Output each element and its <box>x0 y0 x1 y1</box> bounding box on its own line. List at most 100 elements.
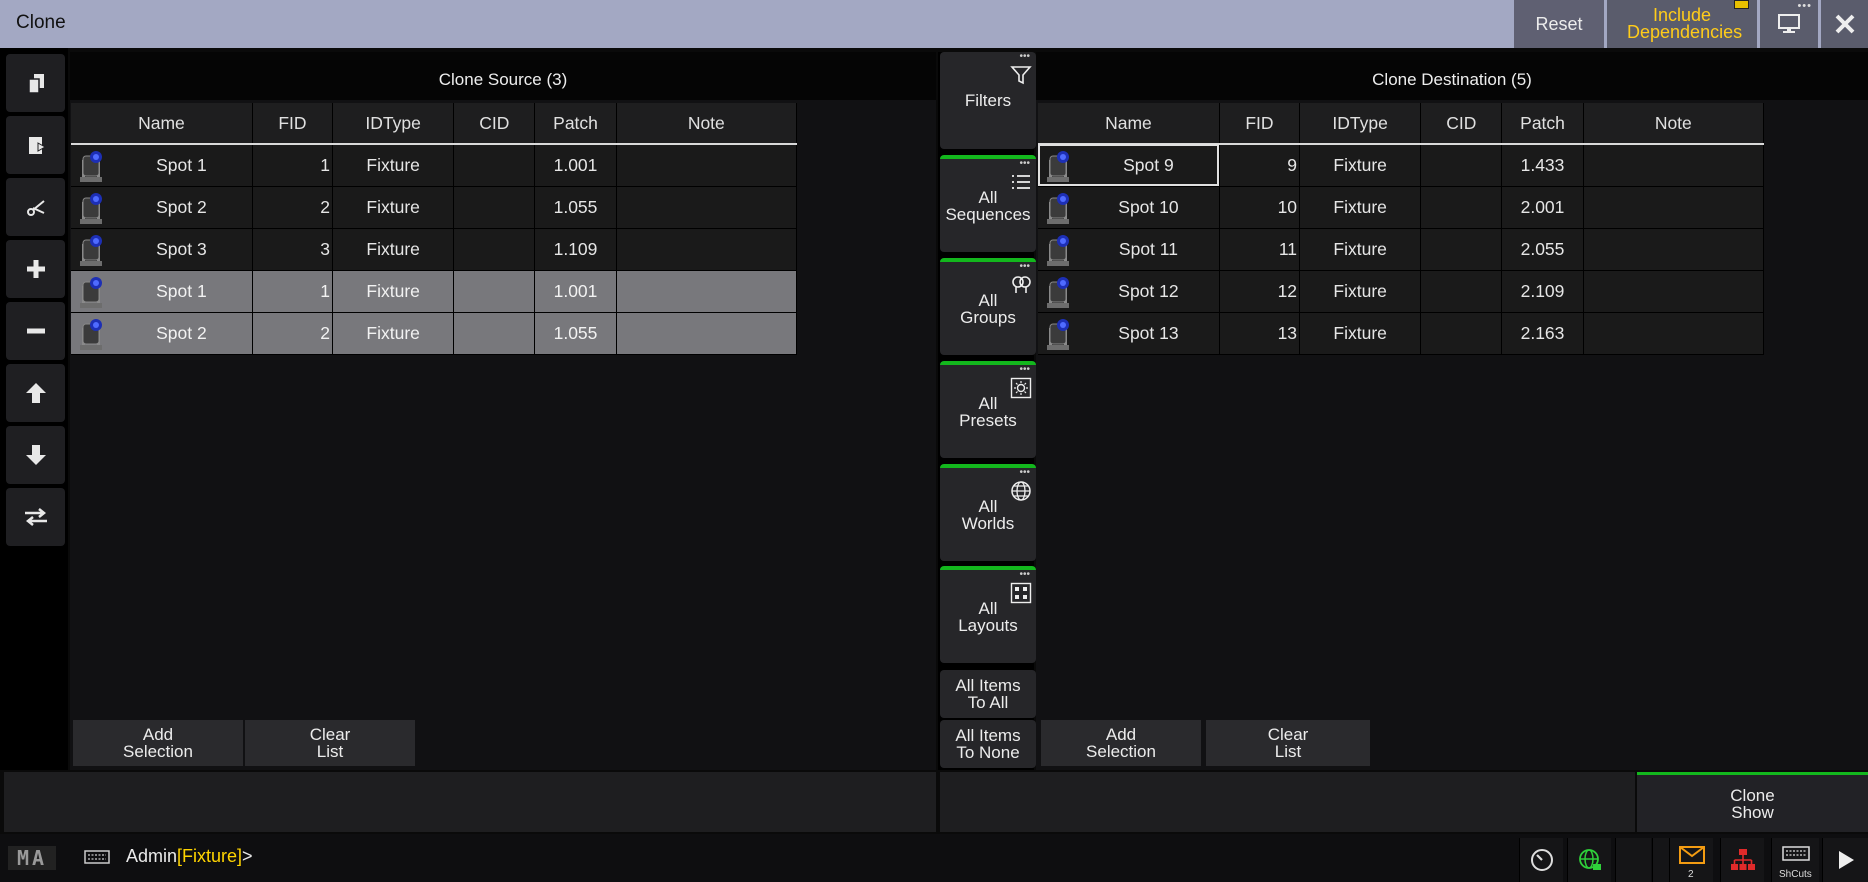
cell-cid[interactable] <box>453 143 536 187</box>
cell-name[interactable]: Spot 2 <box>71 312 253 355</box>
copy-button[interactable] <box>6 54 65 112</box>
cell-cid[interactable] <box>1420 228 1503 271</box>
cell-note[interactable] <box>1583 312 1765 355</box>
cell-cid[interactable] <box>1420 143 1503 187</box>
play-button[interactable] <box>1822 838 1868 882</box>
column-header-note[interactable]: Note <box>616 103 798 144</box>
cell-cid[interactable] <box>453 228 536 271</box>
cell-name[interactable]: Spot 3 <box>71 228 253 271</box>
table-row[interactable]: Spot 13 13 Fixture 2.163 <box>1038 312 1765 355</box>
cell-name[interactable]: Spot 12 <box>1038 270 1220 313</box>
all-layouts-button[interactable]: ••• All Layouts <box>940 566 1036 663</box>
table-row[interactable]: Spot 2 2 Fixture 1.055 <box>71 185 798 229</box>
source-clear-list-button[interactable]: Clear List <box>245 720 415 766</box>
cell-note[interactable] <box>1583 143 1765 187</box>
table-row[interactable]: Spot 9 9 Fixture 1.433 <box>1038 143 1765 187</box>
cell-idtype[interactable]: Fixture <box>332 185 455 229</box>
cell-note[interactable] <box>616 143 798 187</box>
cell-cid[interactable] <box>1420 186 1503 229</box>
destination-clear-list-button[interactable]: Clear List <box>1206 720 1370 766</box>
cell-idtype[interactable]: Fixture <box>1299 228 1422 271</box>
column-header-cid[interactable]: CID <box>453 103 536 144</box>
cell-cid[interactable] <box>453 185 536 229</box>
cell-cid[interactable] <box>1420 270 1503 313</box>
filters-button[interactable]: ••• Filters <box>940 52 1036 149</box>
table-row[interactable]: Spot 10 10 Fixture 2.001 <box>1038 186 1765 229</box>
cell-patch[interactable]: 1.109 <box>534 228 617 271</box>
cell-patch[interactable]: 1.055 <box>534 185 617 229</box>
table-row[interactable]: Spot 12 12 Fixture 2.109 <box>1038 270 1765 313</box>
cell-name[interactable]: Spot 9 <box>1038 143 1220 187</box>
cell-patch[interactable]: 1.001 <box>534 143 617 187</box>
command-line-input[interactable]: Admin[Fixture]> <box>126 846 253 867</box>
table-row[interactable]: Spot 11 11 Fixture 2.055 <box>1038 228 1765 271</box>
cell-idtype[interactable]: Fixture <box>332 312 455 355</box>
cell-fid[interactable]: 1 <box>252 143 334 187</box>
cell-fid[interactable]: 12 <box>1219 270 1301 313</box>
column-header-idtype[interactable]: IDType <box>332 103 455 144</box>
cell-patch[interactable]: 2.001 <box>1501 186 1584 229</box>
cell-patch[interactable]: 2.055 <box>1501 228 1584 271</box>
cell-fid[interactable]: 2 <box>252 185 334 229</box>
column-header-fid[interactable]: FID <box>1219 103 1301 144</box>
speed-button[interactable] <box>1519 838 1563 882</box>
cell-note[interactable] <box>616 228 798 271</box>
column-header-note[interactable]: Note <box>1583 103 1765 144</box>
cell-note[interactable] <box>1583 228 1765 271</box>
cell-note[interactable] <box>616 185 798 229</box>
column-header-fid[interactable]: FID <box>252 103 334 144</box>
cell-patch[interactable]: 1.055 <box>534 312 617 355</box>
table-row[interactable]: Spot 1 1 Fixture 1.001 <box>71 143 798 187</box>
cell-fid[interactable]: 11 <box>1219 228 1301 271</box>
move-up-button[interactable] <box>6 364 65 422</box>
cell-patch[interactable]: 2.109 <box>1501 270 1584 313</box>
column-header-patch[interactable]: Patch <box>534 103 617 144</box>
cell-note[interactable] <box>1583 186 1765 229</box>
cell-name[interactable]: Spot 11 <box>1038 228 1220 271</box>
all-groups-button[interactable]: ••• All Groups <box>940 258 1036 355</box>
swap-button[interactable] <box>6 488 65 546</box>
source-add-selection-button[interactable]: Add Selection <box>73 720 243 766</box>
cell-cid[interactable] <box>453 312 536 355</box>
close-button[interactable] <box>1821 0 1868 48</box>
clone-show-button[interactable]: Clone Show <box>1637 772 1868 832</box>
all-items-to-none-button[interactable]: All Items To None <box>940 720 1036 768</box>
cell-name[interactable]: Spot 10 <box>1038 186 1220 229</box>
cell-name[interactable]: Spot 2 <box>71 185 253 229</box>
paste-button[interactable] <box>6 116 65 174</box>
table-row[interactable]: Spot 1 1 Fixture 1.001 <box>71 270 798 313</box>
column-header-idtype[interactable]: IDType <box>1299 103 1422 144</box>
include-dependencies-button[interactable]: Include Dependencies <box>1607 0 1757 48</box>
cell-cid[interactable] <box>1420 312 1503 355</box>
cell-note[interactable] <box>616 270 798 313</box>
all-sequences-button[interactable]: ••• All Sequences <box>940 155 1036 252</box>
column-header-name[interactable]: Name <box>1038 103 1220 144</box>
network-tree-button[interactable] <box>1720 838 1764 882</box>
cell-name[interactable]: Spot 1 <box>71 143 253 187</box>
add-button[interactable] <box>6 240 65 298</box>
cell-idtype[interactable]: Fixture <box>332 270 455 313</box>
cell-idtype[interactable]: Fixture <box>1299 143 1422 187</box>
keyboard-button[interactable] <box>84 848 110 871</box>
messages-button[interactable]: 2 <box>1669 838 1713 882</box>
column-header-name[interactable]: Name <box>71 103 253 144</box>
cell-patch[interactable]: 2.163 <box>1501 312 1584 355</box>
cell-idtype[interactable]: Fixture <box>1299 312 1422 355</box>
cell-name[interactable]: Spot 1 <box>71 270 253 313</box>
remove-button[interactable] <box>6 302 65 360</box>
all-items-to-all-button[interactable]: All Items To All <box>940 670 1036 718</box>
cell-fid[interactable]: 3 <box>252 228 334 271</box>
destination-add-selection-button[interactable]: Add Selection <box>1041 720 1201 766</box>
cell-idtype[interactable]: Fixture <box>332 228 455 271</box>
network-world-button[interactable] <box>1567 838 1611 882</box>
cut-button[interactable] <box>6 178 65 236</box>
shortcuts-button[interactable]: ShCuts <box>1771 838 1819 882</box>
table-row[interactable]: Spot 3 3 Fixture 1.109 <box>71 228 798 271</box>
all-worlds-button[interactable]: ••• All Worlds <box>940 464 1036 561</box>
cell-fid[interactable]: 2 <box>252 312 334 355</box>
cell-idtype[interactable]: Fixture <box>332 143 455 187</box>
cell-note[interactable] <box>616 312 798 355</box>
table-row[interactable]: Spot 2 2 Fixture 1.055 <box>71 312 798 355</box>
column-header-patch[interactable]: Patch <box>1501 103 1584 144</box>
cell-patch[interactable]: 1.433 <box>1501 143 1584 187</box>
